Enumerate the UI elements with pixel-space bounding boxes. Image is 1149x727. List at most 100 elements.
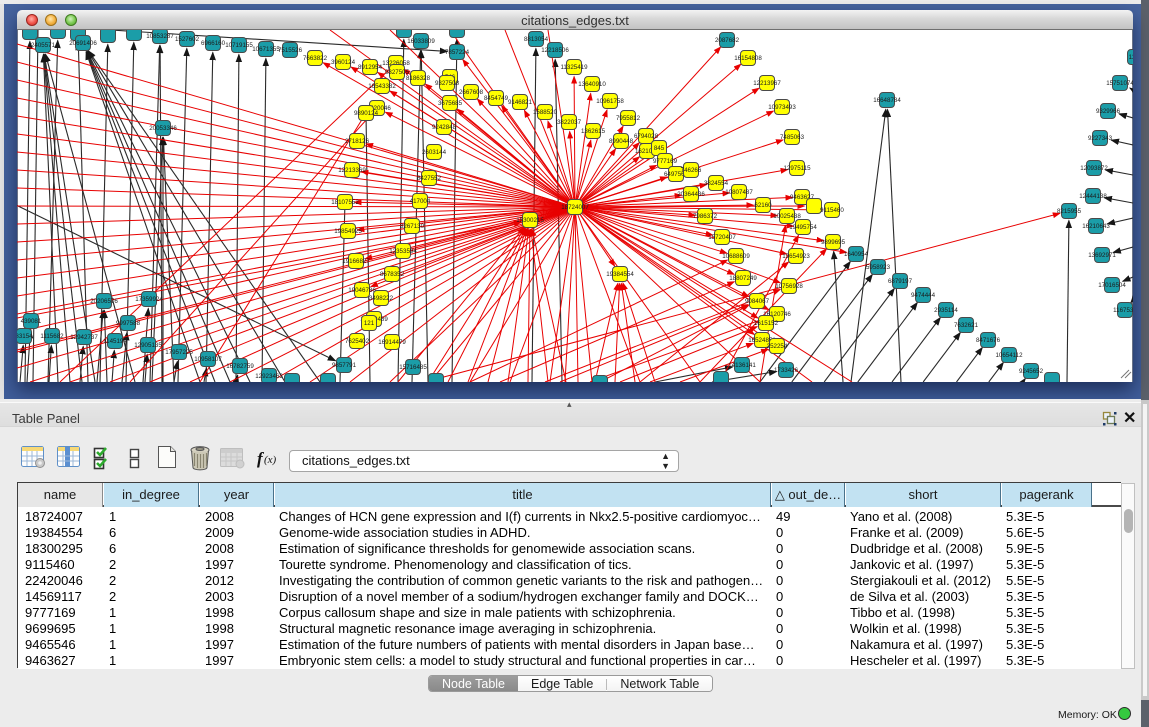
svg-text:12942737: 12942737 xyxy=(70,334,98,341)
svg-text:10958107: 10958107 xyxy=(194,356,222,363)
svg-text:9857791: 9857791 xyxy=(332,362,357,369)
svg-text:12923463: 12923463 xyxy=(255,373,283,380)
svg-text:13692971: 13692971 xyxy=(1088,252,1116,259)
svg-text:9227343: 9227343 xyxy=(1088,135,1113,142)
svg-text:12213967: 12213967 xyxy=(753,80,781,87)
svg-text:2603144: 2603144 xyxy=(422,149,447,156)
svg-text:9115460: 9115460 xyxy=(820,207,844,214)
svg-text:10671355: 10671355 xyxy=(252,46,280,53)
svg-text:10807487: 10807487 xyxy=(725,189,753,196)
svg-text:7515526: 7515526 xyxy=(278,47,303,54)
svg-text:16210643: 16210643 xyxy=(1082,223,1110,230)
svg-text:(x): (x) xyxy=(264,454,277,466)
svg-text:5958923: 5958923 xyxy=(866,264,891,271)
svg-text:8813054: 8813054 xyxy=(524,36,549,43)
svg-text:439081: 439081 xyxy=(21,318,42,325)
svg-text:17957225: 17957225 xyxy=(165,349,193,356)
svg-text:7625402: 7625402 xyxy=(345,338,370,345)
svg-text:8678352: 8678352 xyxy=(380,271,405,278)
svg-text:9899695: 9899695 xyxy=(821,239,846,246)
svg-text:12093872: 12093872 xyxy=(1080,165,1108,172)
svg-text:20206576: 20206576 xyxy=(90,298,118,305)
svg-text:10756928: 10756928 xyxy=(775,283,803,290)
svg-text:18807249: 18807249 xyxy=(729,275,757,282)
svg-text:9245652: 9245652 xyxy=(1019,368,1044,375)
svg-text:3822037: 3822037 xyxy=(557,119,582,126)
svg-text:7955812: 7955812 xyxy=(616,115,641,122)
svg-text:9777169: 9777169 xyxy=(653,158,678,165)
svg-text:9329966: 9329966 xyxy=(1096,108,1121,115)
svg-text:1615152: 1615152 xyxy=(754,320,779,327)
svg-text:121: 121 xyxy=(364,320,375,327)
svg-text:1112: 1112 xyxy=(1129,54,1133,61)
svg-text:19046786: 19046786 xyxy=(348,287,376,294)
svg-text:2087682: 2087682 xyxy=(715,37,740,44)
svg-text:20053346: 20053346 xyxy=(149,125,177,132)
svg-text:9890124: 9890124 xyxy=(354,110,379,117)
svg-text:3675685: 3675685 xyxy=(438,100,463,107)
svg-text:19654923: 19654923 xyxy=(782,253,810,260)
svg-text:12975115: 12975115 xyxy=(783,165,811,172)
svg-text:8186328: 8186328 xyxy=(406,75,431,82)
svg-text:16914479: 16914479 xyxy=(378,339,406,346)
svg-text:12213369: 12213369 xyxy=(338,167,366,174)
svg-text:20691406: 20691406 xyxy=(69,40,97,47)
svg-text:18107552: 18107552 xyxy=(331,199,359,206)
svg-text:18724007: 18724007 xyxy=(561,204,589,211)
svg-text:1588520: 1588520 xyxy=(533,109,558,116)
svg-text:16543382: 16543382 xyxy=(368,83,396,90)
svg-text:15720407: 15720407 xyxy=(708,234,736,241)
svg-text:16154808: 16154808 xyxy=(734,55,762,62)
svg-text:9327508: 9327508 xyxy=(435,80,460,87)
svg-text:12218506: 12218506 xyxy=(541,47,569,54)
svg-text:10688609: 10688609 xyxy=(722,253,750,260)
svg-text:6794028: 6794028 xyxy=(634,133,659,140)
svg-text:7632621: 7632621 xyxy=(954,322,979,329)
svg-text:1362615: 1362615 xyxy=(581,128,606,135)
svg-text:10853287: 10853287 xyxy=(146,33,174,40)
svg-text:17016504: 17016504 xyxy=(1098,282,1126,289)
svg-text:8990448: 8990448 xyxy=(609,138,634,145)
svg-text:1167533: 1167533 xyxy=(1113,307,1133,314)
svg-text:3498222: 3498222 xyxy=(369,295,394,302)
svg-text:12444138: 12444138 xyxy=(1079,193,1107,200)
svg-text:9997588: 9997588 xyxy=(116,320,141,327)
svg-text:7663822: 7663822 xyxy=(303,55,328,62)
svg-text:19166827: 19166827 xyxy=(342,258,370,265)
svg-text:2405571: 2405571 xyxy=(31,42,56,49)
svg-text:10719155: 10719155 xyxy=(225,42,253,49)
svg-text:8427552: 8427552 xyxy=(417,175,442,182)
svg-text:1115682: 1115682 xyxy=(40,333,64,340)
svg-text:2718126: 2718126 xyxy=(345,138,370,145)
svg-text:15300215: 15300215 xyxy=(516,217,544,224)
svg-text:10973493: 10973493 xyxy=(768,104,796,111)
svg-text:1640954: 1640954 xyxy=(844,251,869,258)
svg-text:12353594: 12353594 xyxy=(389,248,417,255)
svg-text:20364436: 20364436 xyxy=(677,191,705,198)
svg-text:7485063: 7485063 xyxy=(780,134,805,141)
svg-text:8454749: 8454749 xyxy=(484,95,509,102)
svg-text:9242848: 9242848 xyxy=(432,124,457,131)
svg-text:8267130: 8267130 xyxy=(400,223,425,230)
svg-text:7986372: 7986372 xyxy=(693,213,718,220)
svg-text:7857224: 7857224 xyxy=(445,49,470,56)
svg-text:845: 845 xyxy=(654,145,665,152)
svg-text:1733426: 1733426 xyxy=(774,367,799,374)
svg-text:1145194: 1145194 xyxy=(103,338,127,345)
svg-text:15716485: 15716485 xyxy=(399,364,427,371)
svg-text:6966160: 6966160 xyxy=(201,40,226,47)
svg-text:16033809: 16033809 xyxy=(407,38,435,45)
svg-text:2935114: 2935114 xyxy=(934,307,958,314)
svg-text:33154: 33154 xyxy=(17,333,33,340)
svg-text:12905135: 12905135 xyxy=(134,342,162,349)
svg-text:14136141: 14136141 xyxy=(728,362,756,369)
svg-text:3824554: 3824554 xyxy=(704,180,729,187)
svg-text:746266: 746266 xyxy=(681,167,702,174)
svg-text:11325419: 11325419 xyxy=(560,64,588,71)
svg-text:10654112: 10654112 xyxy=(995,352,1023,359)
svg-text:19854925: 19854925 xyxy=(334,228,362,235)
svg-text:9146821: 9146821 xyxy=(508,99,533,106)
svg-text:17359924: 17359924 xyxy=(135,296,163,303)
svg-text:16782759: 16782759 xyxy=(226,363,254,370)
svg-text:8215955: 8215955 xyxy=(1057,208,1082,215)
